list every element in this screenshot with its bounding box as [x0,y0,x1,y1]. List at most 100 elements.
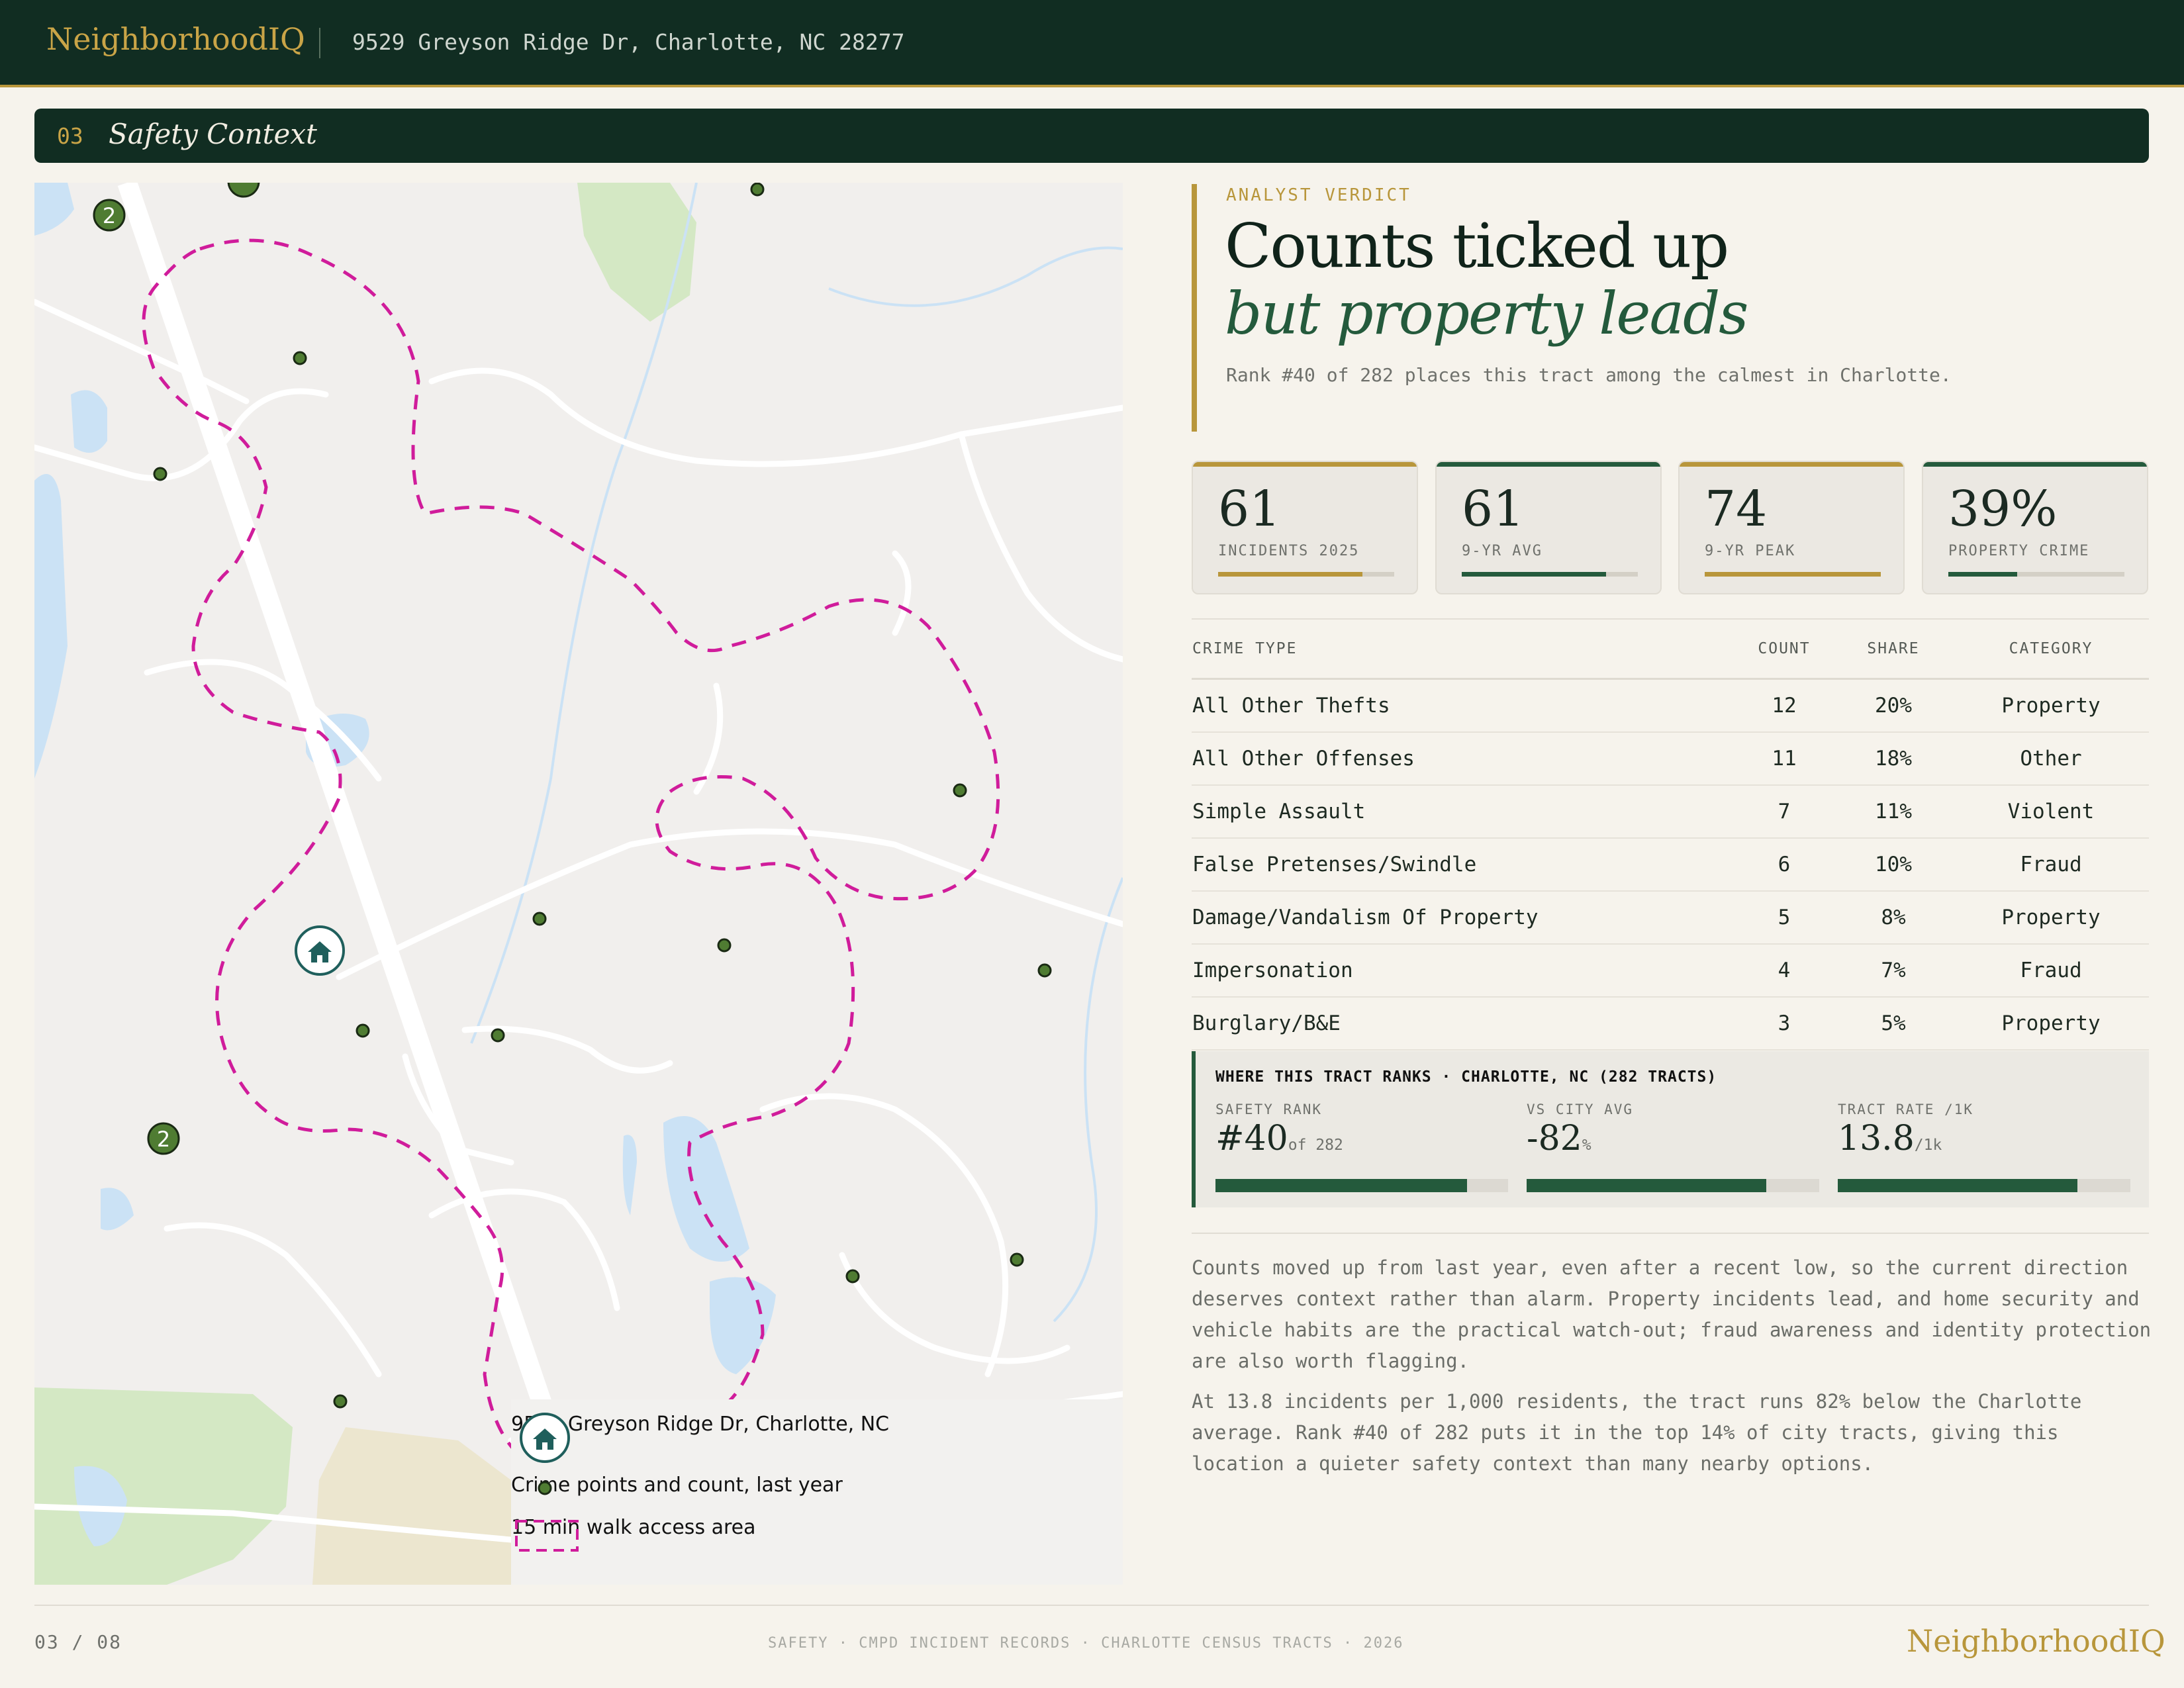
col-header-category[interactable]: CATEGORY [1953,618,2149,680]
map-canvas[interactable]: 2 2 [34,183,1123,1585]
crime-point[interactable] [717,938,732,953]
stat-card-peak: 74 9-YR PEAK [1678,461,1905,594]
cell-crime-type: False Pretenses/Swindle [1192,838,1734,892]
verdict-headline-italic: but property leads [1225,279,1748,348]
legend-walk-row: 15 min walk access area [511,1516,756,1552]
stat-label: INCIDENTS 2025 [1218,543,1360,559]
cell-category: Fraud [1953,838,2149,892]
home-marker[interactable] [295,925,345,976]
stat-card-property: 39% PROPERTY CRIME [1922,461,2148,594]
cell-category: Fraud [1953,944,2149,998]
table-row: False Pretenses/Swindle 6 10% Fraud [1192,838,2149,892]
crime-point[interactable] [845,1269,860,1284]
rank-value: -82% [1527,1119,1591,1158]
crime-point[interactable] [532,912,547,926]
cell-category: Property [1953,891,2149,945]
rank-value-unit: of 282 [1288,1137,1343,1154]
legend-home-row: 9529 Greyson Ridge Dr, Charlotte, NC [511,1413,889,1463]
safety-map[interactable]: 2 2 9529 Greyson Ridge Dr, Charlotte, NC [34,183,1123,1585]
cell-crime-type: Impersonation [1192,944,1734,998]
stat-bar-fill [1948,572,2017,577]
top-bar: NeighborhoodIQ 9529 Greyson Ridge Dr, Ch… [0,0,2184,87]
stat-bar-fill [1462,572,1607,577]
crime-type-table: CRIME TYPE COUNT SHARE CATEGORY All Othe… [1192,618,2149,1051]
home-icon [520,1413,570,1463]
crime-cluster[interactable]: 2 [147,1122,180,1155]
rank-value-number: 13.8 [1838,1119,1915,1158]
cell-share: 18% [1834,732,1953,786]
col-header-share[interactable]: SHARE [1834,618,1953,680]
table-row: All Other Thefts 12 20% Property [1192,679,2149,733]
footer-source: SAFETY · CMPD INCIDENT RECORDS · CHARLOT… [768,1635,1404,1652]
cell-count: 5 [1734,891,1834,945]
section-number: 03 [57,123,83,149]
table-header-row: CRIME TYPE COUNT SHARE CATEGORY [1192,618,2149,680]
header-address: 9529 Greyson Ridge Dr, Charlotte, NC 282… [352,29,905,55]
rank-bar [1838,1179,2130,1192]
cell-category: Property [1953,679,2149,733]
cell-share: 20% [1834,679,1953,733]
section-bar: 03 Safety Context [34,109,2149,163]
verdict-subline: Rank #40 of 282 places this tract among … [1226,364,1952,386]
cell-share: 7% [1834,944,1953,998]
footer-brand-logo[interactable]: NeighborhoodIQ [1907,1623,2165,1659]
stat-bar [1705,572,1881,577]
stat-label: 9-YR PEAK [1705,543,1796,559]
rank-bar [1215,1179,1508,1192]
crime-point[interactable] [953,783,967,798]
table-row: Burglary/B&E 3 5% Property [1192,997,2149,1051]
rank-bar-fill [1838,1179,2078,1192]
stat-label: PROPERTY CRIME [1948,543,2090,559]
stat-accent [1680,462,1903,467]
rank-value-unit: /1k [1914,1137,1942,1154]
cell-count: 7 [1734,785,1834,839]
stat-label: 9-YR AVG [1462,543,1543,559]
cell-crime-type: All Other Offenses [1192,732,1734,786]
crime-point[interactable] [356,1023,370,1038]
cell-share: 11% [1834,785,1953,839]
summary-paragraph: Counts moved up from last year, even aft… [1192,1256,2152,1372]
col-header-crime-type[interactable]: CRIME TYPE [1192,618,1734,680]
rank-bar-fill [1527,1179,1767,1192]
cell-category: Property [1953,997,2149,1051]
cluster-count: 2 [103,203,116,228]
stat-card-incidents: 61 INCIDENTS 2025 [1192,461,1418,594]
stat-value: 39% [1948,481,2058,538]
summary-paragraph: At 13.8 incidents per 1,000 residents, t… [1192,1390,2082,1475]
col-header-count[interactable]: COUNT [1734,618,1834,680]
verdict-headline: Counts ticked up [1225,211,1729,281]
cell-count: 12 [1734,679,1834,733]
cell-crime-type: All Other Thefts [1192,679,1734,733]
cell-count: 6 [1734,838,1834,892]
page-number: 03 / 08 [34,1631,122,1653]
brand-logo[interactable]: NeighborhoodIQ [46,21,305,57]
tract-rank-panel: WHERE THIS TRACT RANKS · CHARLOTTE, NC (… [1192,1051,2149,1207]
rank-label: TRACT RATE /1K [1838,1102,1974,1117]
section-divider [1192,1233,2149,1234]
crime-point[interactable] [750,183,765,197]
table-row: All Other Offenses 11 18% Other [1192,732,2149,786]
water-body [71,390,107,453]
cell-share: 10% [1834,838,1953,892]
cluster-count: 2 [157,1127,170,1152]
crime-point[interactable] [293,351,307,365]
cell-category: Violent [1953,785,2149,839]
crime-cluster[interactable]: 2 [93,199,126,232]
header-divider [319,28,320,58]
crime-point[interactable] [1010,1252,1024,1267]
cell-crime-type: Damage/Vandalism Of Property [1192,891,1734,945]
cell-share: 5% [1834,997,1953,1051]
cell-count: 11 [1734,732,1834,786]
crime-point[interactable] [1037,963,1052,978]
crime-point[interactable] [491,1028,505,1043]
stat-bar [1462,572,1638,577]
crime-point[interactable] [153,467,167,481]
stat-accent [1193,462,1417,467]
cell-category: Other [1953,732,2149,786]
crime-point[interactable] [333,1394,348,1409]
table-row: Damage/Vandalism Of Property 5 8% Property [1192,891,2149,945]
verdict-accent-rule [1192,184,1197,432]
rank-value-unit: % [1582,1137,1591,1154]
rank-label: SAFETY RANK [1215,1102,1323,1117]
table-row: Simple Assault 7 11% Violent [1192,785,2149,839]
